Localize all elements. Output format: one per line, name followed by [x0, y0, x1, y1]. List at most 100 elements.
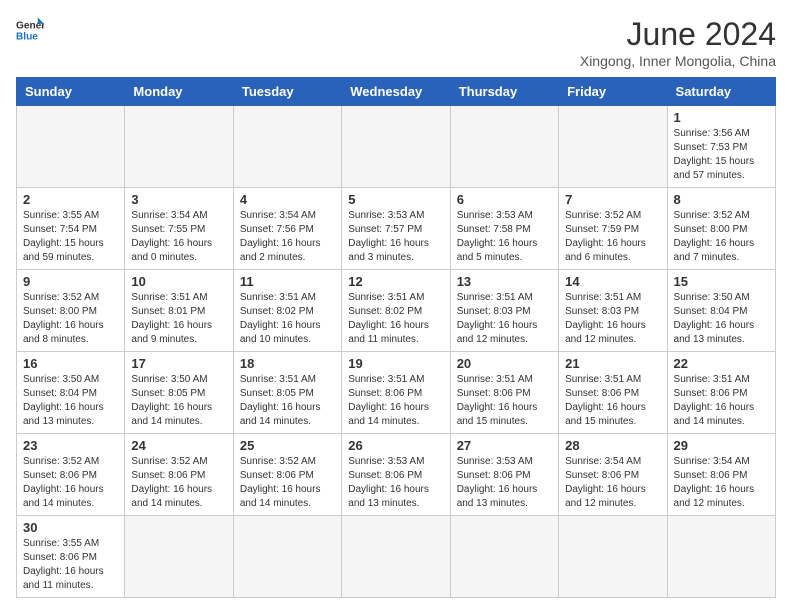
calendar-day-cell: 1 Sunrise: 3:56 AMSunset: 7:53 PMDaylight…	[667, 106, 775, 188]
day-number: 26	[348, 438, 443, 453]
day-number: 13	[457, 274, 552, 289]
day-number: 6	[457, 192, 552, 207]
day-info: Sunrise: 3:51 AMSunset: 8:02 PMDaylight:…	[240, 291, 335, 347]
calendar-day-cell	[17, 106, 125, 188]
calendar-day-cell	[125, 106, 233, 188]
calendar-week-row: 23 Sunrise: 3:52 AMSunset: 8:06 PMDayligh…	[17, 434, 776, 516]
day-number: 18	[240, 356, 335, 371]
calendar-day-cell: 7 Sunrise: 3:52 AMSunset: 7:59 PMDaylight…	[559, 188, 667, 270]
calendar-day-cell: 3Sunrise: 3:54 AMSunset: 7:55 PMDaylight…	[125, 188, 233, 270]
day-info: Sunrise: 3:51 AMSunset: 8:02 PMDaylight:…	[348, 291, 443, 347]
day-number: 2	[23, 192, 118, 207]
day-info: Sunrise: 3:51 AMSunset: 8:06 PMDaylight:…	[457, 373, 552, 429]
calendar-week-row: 2 Sunrise: 3:55 AMSunset: 7:54 PMDaylight…	[17, 188, 776, 270]
calendar-day-cell: 26 Sunrise: 3:53 AMSunset: 8:06 PMDayligh…	[342, 434, 450, 516]
calendar-day-cell: 28 Sunrise: 3:54 AMSunset: 8:06 PMDayligh…	[559, 434, 667, 516]
day-number: 7	[565, 192, 660, 207]
calendar-day-cell: 12 Sunrise: 3:51 AMSunset: 8:02 PMDayligh…	[342, 270, 450, 352]
calendar-day-cell: 15 Sunrise: 3:50 AMSunset: 8:04 PMDayligh…	[667, 270, 775, 352]
calendar-day-cell: 20 Sunrise: 3:51 AMSunset: 8:06 PMDayligh…	[450, 352, 558, 434]
day-number: 1	[674, 110, 769, 125]
day-info: Sunrise: 3:53 AMSunset: 7:58 PMDaylight:…	[457, 209, 552, 265]
day-number: 28	[565, 438, 660, 453]
day-info: Sunrise: 3:52 AMSunset: 8:06 PMDaylight:…	[131, 455, 226, 511]
weekday-header: Wednesday	[342, 78, 450, 106]
weekday-row: SundayMondayTuesdayWednesdayThursdayFrid…	[17, 78, 776, 106]
weekday-header: Thursday	[450, 78, 558, 106]
day-info: Sunrise: 3:54 AMSunset: 8:06 PMDaylight:…	[565, 455, 660, 511]
day-info: Sunrise: 3:53 AMSunset: 8:06 PMDaylight:…	[348, 455, 443, 511]
calendar-day-cell: 4 Sunrise: 3:54 AMSunset: 7:56 PMDaylight…	[233, 188, 341, 270]
calendar-day-cell: 6 Sunrise: 3:53 AMSunset: 7:58 PMDaylight…	[450, 188, 558, 270]
day-number: 19	[348, 356, 443, 371]
day-number: 24	[131, 438, 226, 453]
day-info: Sunrise: 3:51 AMSunset: 8:06 PMDaylight:…	[565, 373, 660, 429]
calendar-day-cell: 30Sunrise: 3:55 AMSunset: 8:06 PMDayligh…	[17, 516, 125, 598]
weekday-header: Sunday	[17, 78, 125, 106]
day-info: Sunrise: 3:51 AMSunset: 8:06 PMDaylight:…	[348, 373, 443, 429]
calendar-day-cell	[233, 516, 341, 598]
day-info: Sunrise: 3:55 AMSunset: 8:06 PMDaylight:…	[23, 537, 118, 593]
day-number: 27	[457, 438, 552, 453]
calendar-day-cell: 17Sunrise: 3:50 AMSunset: 8:05 PMDayligh…	[125, 352, 233, 434]
calendar-day-cell: 25 Sunrise: 3:52 AMSunset: 8:06 PMDayligh…	[233, 434, 341, 516]
day-info: Sunrise: 3:55 AMSunset: 7:54 PMDaylight:…	[23, 209, 118, 265]
logo-area: General Blue	[16, 16, 44, 44]
day-number: 23	[23, 438, 118, 453]
day-number: 8	[674, 192, 769, 207]
day-info: Sunrise: 3:50 AMSunset: 8:04 PMDaylight:…	[23, 373, 118, 429]
day-info: Sunrise: 3:56 AMSunset: 7:53 PMDaylight:…	[674, 127, 769, 183]
day-info: Sunrise: 3:54 AMSunset: 8:06 PMDaylight:…	[674, 455, 769, 511]
weekday-header: Tuesday	[233, 78, 341, 106]
calendar-day-cell: 13 Sunrise: 3:51 AMSunset: 8:03 PMDayligh…	[450, 270, 558, 352]
calendar-day-cell: 11Sunrise: 3:51 AMSunset: 8:02 PMDayligh…	[233, 270, 341, 352]
day-info: Sunrise: 3:52 AMSunset: 7:59 PMDaylight:…	[565, 209, 660, 265]
calendar-day-cell: 27Sunrise: 3:53 AMSunset: 8:06 PMDayligh…	[450, 434, 558, 516]
calendar-week-row: 9 Sunrise: 3:52 AMSunset: 8:00 PMDaylight…	[17, 270, 776, 352]
day-info: Sunrise: 3:51 AMSunset: 8:03 PMDaylight:…	[457, 291, 552, 347]
calendar-day-cell	[342, 106, 450, 188]
day-info: Sunrise: 3:52 AMSunset: 8:06 PMDaylight:…	[23, 455, 118, 511]
day-number: 3	[131, 192, 226, 207]
day-number: 29	[674, 438, 769, 453]
svg-text:Blue: Blue	[16, 31, 38, 42]
calendar-day-cell: 10 Sunrise: 3:51 AMSunset: 8:01 PMDayligh…	[125, 270, 233, 352]
page-container: General Blue June 2024 Xingong, Inner Mo…	[16, 16, 776, 598]
day-number: 20	[457, 356, 552, 371]
calendar-day-cell: 8Sunrise: 3:52 AMSunset: 8:00 PMDaylight…	[667, 188, 775, 270]
day-info: Sunrise: 3:52 AMSunset: 8:06 PMDaylight:…	[240, 455, 335, 511]
day-number: 16	[23, 356, 118, 371]
day-number: 10	[131, 274, 226, 289]
day-number: 22	[674, 356, 769, 371]
calendar-day-cell: 23 Sunrise: 3:52 AMSunset: 8:06 PMDayligh…	[17, 434, 125, 516]
day-info: Sunrise: 3:51 AMSunset: 8:01 PMDaylight:…	[131, 291, 226, 347]
day-number: 15	[674, 274, 769, 289]
weekday-header: Saturday	[667, 78, 775, 106]
day-number: 12	[348, 274, 443, 289]
day-number: 25	[240, 438, 335, 453]
day-info: Sunrise: 3:50 AMSunset: 8:05 PMDaylight:…	[131, 373, 226, 429]
calendar-day-cell: 24 Sunrise: 3:52 AMSunset: 8:06 PMDayligh…	[125, 434, 233, 516]
title-area: June 2024 Xingong, Inner Mongolia, China	[580, 16, 776, 69]
calendar-table: SundayMondayTuesdayWednesdayThursdayFrid…	[16, 77, 776, 598]
calendar-day-cell: 29 Sunrise: 3:54 AMSunset: 8:06 PMDayligh…	[667, 434, 775, 516]
day-info: Sunrise: 3:54 AMSunset: 7:56 PMDaylight:…	[240, 209, 335, 265]
day-number: 4	[240, 192, 335, 207]
calendar-day-cell: 16 Sunrise: 3:50 AMSunset: 8:04 PMDayligh…	[17, 352, 125, 434]
month-title: June 2024	[580, 16, 776, 53]
day-number: 14	[565, 274, 660, 289]
calendar-day-cell: 21Sunrise: 3:51 AMSunset: 8:06 PMDayligh…	[559, 352, 667, 434]
calendar-day-cell	[233, 106, 341, 188]
calendar-week-row: 30Sunrise: 3:55 AMSunset: 8:06 PMDayligh…	[17, 516, 776, 598]
calendar-week-row: 1 Sunrise: 3:56 AMSunset: 7:53 PMDaylight…	[17, 106, 776, 188]
calendar-day-cell: 19 Sunrise: 3:51 AMSunset: 8:06 PMDayligh…	[342, 352, 450, 434]
calendar-day-cell	[125, 516, 233, 598]
day-info: Sunrise: 3:52 AMSunset: 8:00 PMDaylight:…	[23, 291, 118, 347]
header: General Blue June 2024 Xingong, Inner Mo…	[16, 16, 776, 69]
calendar-body: 1 Sunrise: 3:56 AMSunset: 7:53 PMDaylight…	[17, 106, 776, 598]
day-number: 5	[348, 192, 443, 207]
weekday-header: Friday	[559, 78, 667, 106]
day-number: 9	[23, 274, 118, 289]
day-info: Sunrise: 3:50 AMSunset: 8:04 PMDaylight:…	[674, 291, 769, 347]
calendar-day-cell: 5Sunrise: 3:53 AMSunset: 7:57 PMDaylight…	[342, 188, 450, 270]
